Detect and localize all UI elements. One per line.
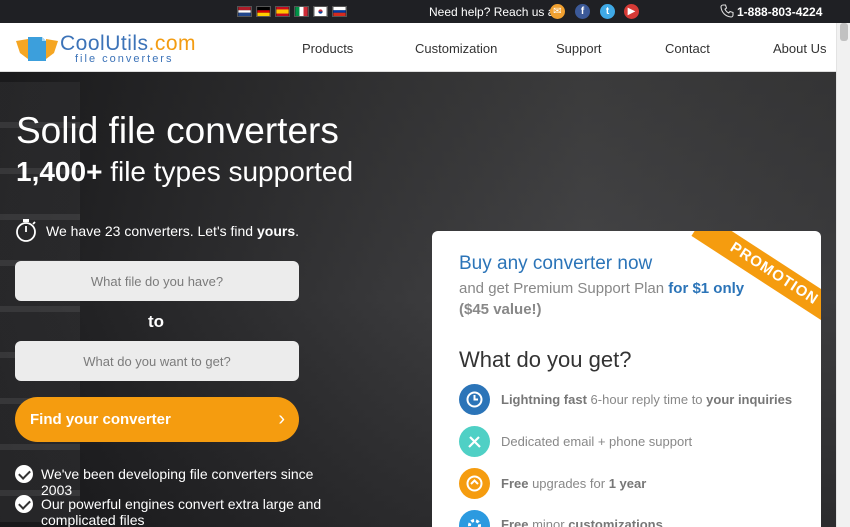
subtitle-text: file types supported bbox=[110, 156, 354, 187]
benefit-bold: customizations bbox=[568, 517, 663, 527]
find-converter-button[interactable]: Find your converter › bbox=[15, 397, 299, 442]
benefit-text: 6-hour reply time to bbox=[586, 392, 707, 407]
promo-headline: Buy any converter now bbox=[459, 253, 653, 274]
it-flag[interactable] bbox=[294, 6, 309, 17]
ru-flag[interactable] bbox=[332, 6, 347, 17]
promo-card: PROMOTION Buy any converter now and get … bbox=[432, 231, 821, 527]
nav-contact[interactable]: Contact bbox=[665, 41, 710, 56]
clock-icon bbox=[459, 384, 490, 415]
subtitle-count: 1,400+ bbox=[16, 156, 103, 187]
to-format-input[interactable] bbox=[15, 341, 299, 381]
top-bar: Need help? Reach us at ✉ f t ▶ 1-888-803… bbox=[0, 0, 850, 23]
es-flag[interactable] bbox=[275, 6, 290, 17]
phone-icon bbox=[720, 4, 734, 18]
site-header: CoolUtils.com file converters Products C… bbox=[0, 23, 836, 72]
email-icon[interactable]: ✉ bbox=[550, 4, 565, 19]
promo-price: for $1 only bbox=[668, 280, 745, 297]
youtube-icon[interactable]: ▶ bbox=[624, 4, 639, 19]
benefit-bold: Free bbox=[501, 517, 529, 527]
benefit-item: Lightning fast 6-hour reply time to your… bbox=[501, 392, 792, 407]
nav-support[interactable]: Support bbox=[556, 41, 602, 56]
nav-about-us[interactable]: About Us bbox=[773, 41, 826, 56]
stopwatch-icon bbox=[16, 219, 36, 242]
tools-icon bbox=[459, 426, 490, 457]
converter-count-text: We have 23 converters. Let's find yours. bbox=[46, 223, 299, 239]
benefit-bold: Free bbox=[501, 476, 529, 491]
promo-sub-pre: and get Premium Support Plan bbox=[459, 280, 669, 297]
benefit-text: minor bbox=[528, 517, 569, 527]
logo-icon[interactable] bbox=[14, 33, 60, 63]
chevron-right-icon: › bbox=[278, 408, 285, 430]
logo-main: CoolUtils bbox=[60, 32, 149, 55]
nl-flag[interactable] bbox=[237, 6, 252, 17]
twitter-icon[interactable]: t bbox=[600, 4, 615, 19]
feature-bullet: Our powerful engines convert extra large… bbox=[41, 496, 322, 527]
page-scrollbar[interactable] bbox=[836, 23, 850, 527]
gear-icon bbox=[459, 510, 490, 527]
benefits-title: What do you get? bbox=[459, 347, 632, 372]
find-text-post: . bbox=[295, 223, 299, 239]
benefit-bold: Lightning fast bbox=[501, 392, 587, 407]
benefit-text: upgrades for bbox=[528, 476, 609, 491]
phone-number[interactable]: 1-888-803-4224 bbox=[737, 5, 822, 19]
scrollbar-thumb[interactable] bbox=[840, 23, 848, 41]
benefit-bold: 1 year bbox=[608, 476, 647, 491]
help-text: Need help? Reach us at bbox=[429, 5, 558, 19]
language-flags bbox=[237, 6, 347, 17]
hero-title: Solid file converters bbox=[16, 110, 339, 151]
benefit-item: Free upgrades for 1 year bbox=[501, 476, 646, 491]
nav-customization[interactable]: Customization bbox=[415, 41, 497, 56]
logo-tld: .com bbox=[148, 32, 197, 55]
de-flag[interactable] bbox=[256, 6, 271, 17]
benefit-item: Dedicated email + phone support bbox=[501, 434, 693, 449]
upgrade-icon bbox=[459, 468, 490, 499]
benefit-item: Free minor customizations bbox=[501, 517, 663, 527]
kr-flag[interactable] bbox=[313, 6, 328, 17]
check-icon bbox=[15, 495, 33, 513]
logo-tagline: file converters bbox=[75, 53, 174, 65]
promo-value: ($45 value!) bbox=[459, 301, 542, 318]
find-text-pre: We have 23 converters. Let's find bbox=[46, 223, 257, 239]
benefit-bold: your inquiries bbox=[706, 392, 793, 407]
from-format-input[interactable] bbox=[15, 261, 299, 301]
check-icon bbox=[15, 465, 33, 483]
promo-subtext: and get Premium Support Plan for $1 only… bbox=[459, 278, 789, 320]
find-button-label: Find your converter bbox=[30, 411, 171, 428]
logo-wordmark[interactable]: CoolUtils.com bbox=[60, 33, 196, 55]
facebook-icon[interactable]: f bbox=[575, 4, 590, 19]
nav-products[interactable]: Products bbox=[302, 41, 353, 56]
find-text-bold: yours bbox=[256, 223, 296, 239]
hero-section: Solid file converters 1,400+ file types … bbox=[0, 72, 836, 527]
to-label: to bbox=[148, 312, 165, 331]
feature-bullet: We've been developing file converters si… bbox=[41, 466, 314, 498]
hero-subtitle: 1,400+ file types supported bbox=[16, 156, 353, 188]
